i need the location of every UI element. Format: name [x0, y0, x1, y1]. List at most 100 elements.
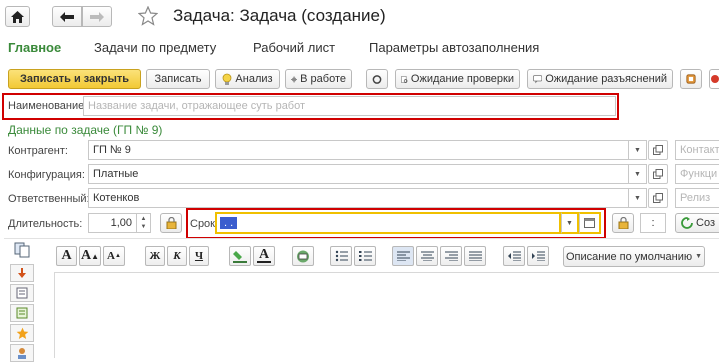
duration-label: Длительность:	[8, 218, 83, 230]
responsible-input[interactable]: Котенков	[88, 188, 629, 208]
create-button[interactable]: Соз	[675, 213, 719, 233]
bullet-list-button[interactable]	[330, 246, 352, 266]
side-doc-button[interactable]	[10, 304, 34, 322]
analysis-button[interactable]: Анализ	[215, 69, 280, 89]
numbered-list-icon	[358, 251, 372, 261]
description-editor[interactable]	[54, 272, 719, 358]
favorite-star-button[interactable]	[137, 5, 159, 27]
counterparty-open-button[interactable]	[648, 140, 668, 160]
function-input[interactable]: Функци	[675, 164, 719, 184]
open-window-icon	[653, 169, 663, 179]
wait-clarify-label: Ожидание разъяснений	[545, 73, 667, 85]
config-input[interactable]: Платные	[88, 164, 629, 184]
deadline-lock-button[interactable]	[612, 213, 634, 233]
save-and-close-label: Записать и закрыть	[19, 73, 130, 85]
name-highlight-frame	[2, 93, 619, 120]
section-title: Данные по задаче (ГП № 9)	[8, 123, 163, 137]
font-grow-button[interactable]: A ▲	[79, 246, 101, 266]
counterparty-input[interactable]: ГП № 9	[88, 140, 629, 160]
side-move-button[interactable]	[10, 264, 34, 282]
numbered-list-button[interactable]	[354, 246, 376, 266]
forward-button[interactable]	[82, 6, 112, 27]
duration-spinner[interactable]: ▲ ▼	[137, 213, 151, 233]
back-button[interactable]	[52, 6, 82, 27]
duration-lock-button[interactable]	[160, 213, 182, 233]
contact-placeholder: Контакт	[680, 144, 719, 156]
tab-worksheet[interactable]: Рабочий лист	[253, 40, 335, 55]
italic-button[interactable]: К	[167, 246, 187, 266]
create-label: Соз	[696, 217, 715, 229]
time-value: :	[651, 217, 655, 229]
star-icon	[16, 327, 28, 339]
list-icon	[16, 287, 28, 299]
bold-label: Ж	[149, 250, 161, 262]
font-color-button[interactable]: A	[253, 246, 275, 266]
spin-down-icon[interactable]: ▼	[141, 223, 147, 231]
tab-main[interactable]: Главное	[8, 40, 61, 55]
save-button[interactable]: Записать	[146, 69, 210, 89]
document-icon	[16, 307, 28, 319]
font-a-label: A	[61, 248, 72, 263]
responsible-label: Ответственный:	[8, 193, 90, 205]
arrow-right-icon	[90, 11, 104, 22]
insert-image-button[interactable]	[292, 246, 314, 266]
counterparty-dropdown[interactable]: ▼	[629, 140, 647, 160]
copy-icon	[14, 242, 30, 258]
wait-check-button[interactable]: Ожидание проверки	[395, 69, 520, 89]
underline-label: Ч	[194, 250, 204, 262]
config-open-button[interactable]	[648, 164, 668, 184]
contact-input[interactable]: Контакт	[675, 140, 719, 160]
side-star-button[interactable]	[10, 324, 34, 342]
counterparty-value: ГП № 9	[93, 144, 131, 156]
tab-subject-tasks[interactable]: Задачи по предмету	[94, 40, 216, 55]
divider	[4, 238, 719, 239]
align-justify-button[interactable]	[464, 246, 486, 266]
side-user-button[interactable]	[10, 344, 34, 362]
stop-button[interactable]	[366, 69, 388, 89]
document-search-icon	[401, 75, 408, 83]
align-center-button[interactable]	[416, 246, 438, 266]
responsible-value: Котенков	[93, 192, 140, 204]
responsible-dropdown[interactable]: ▼	[629, 188, 647, 208]
wait-clarify-button[interactable]: Ожидание разъяснений	[527, 69, 673, 89]
duration-input[interactable]: 1,00	[88, 213, 137, 233]
release-placeholder: Релиз	[680, 192, 711, 204]
settings-button[interactable]	[680, 69, 702, 89]
spin-up-icon[interactable]: ▲	[141, 215, 147, 223]
save-and-close-button[interactable]: Записать и закрыть	[8, 69, 141, 89]
bullet-list-icon	[335, 250, 348, 262]
font-shrink-label: A	[107, 250, 115, 262]
star-icon	[138, 6, 158, 26]
side-list-button[interactable]	[10, 284, 34, 302]
circle-icon	[372, 74, 382, 84]
chevron-down-icon: ▼	[695, 253, 703, 260]
chat-icon	[533, 74, 543, 83]
indent-increase-button[interactable]	[527, 246, 549, 266]
align-right-button[interactable]	[440, 246, 462, 266]
align-left-button[interactable]	[392, 246, 414, 266]
bold-button[interactable]: Ж	[145, 246, 165, 266]
lightbulb-icon	[223, 73, 232, 85]
paint-bucket-icon	[233, 251, 247, 263]
config-value: Платные	[93, 168, 139, 180]
home-button[interactable]	[5, 6, 30, 27]
side-copy-icon[interactable]	[14, 242, 32, 258]
font-grow-label: A	[80, 248, 92, 263]
tab-autofill-params[interactable]: Параметры автозаполнения	[369, 40, 539, 55]
lock-icon	[166, 217, 176, 229]
overflow-button[interactable]	[709, 69, 719, 89]
indent-decrease-button[interactable]	[503, 246, 525, 266]
underline-button[interactable]: Ч	[189, 246, 209, 266]
config-label: Конфигурация:	[8, 169, 85, 181]
responsible-open-button[interactable]	[648, 188, 668, 208]
highlight-button[interactable]	[229, 246, 251, 266]
in-work-button[interactable]: В работе	[285, 69, 352, 89]
config-dropdown[interactable]: ▼	[629, 164, 647, 184]
description-default-dropdown[interactable]: Описание по умолчанию ▼	[563, 246, 705, 267]
refresh-icon	[681, 217, 693, 229]
time-input[interactable]: :	[640, 213, 666, 233]
font-size-button[interactable]: A	[56, 246, 77, 266]
open-window-icon	[653, 145, 663, 155]
font-shrink-button[interactable]: A ▲	[103, 246, 125, 266]
release-input[interactable]: Релиз	[675, 188, 719, 208]
